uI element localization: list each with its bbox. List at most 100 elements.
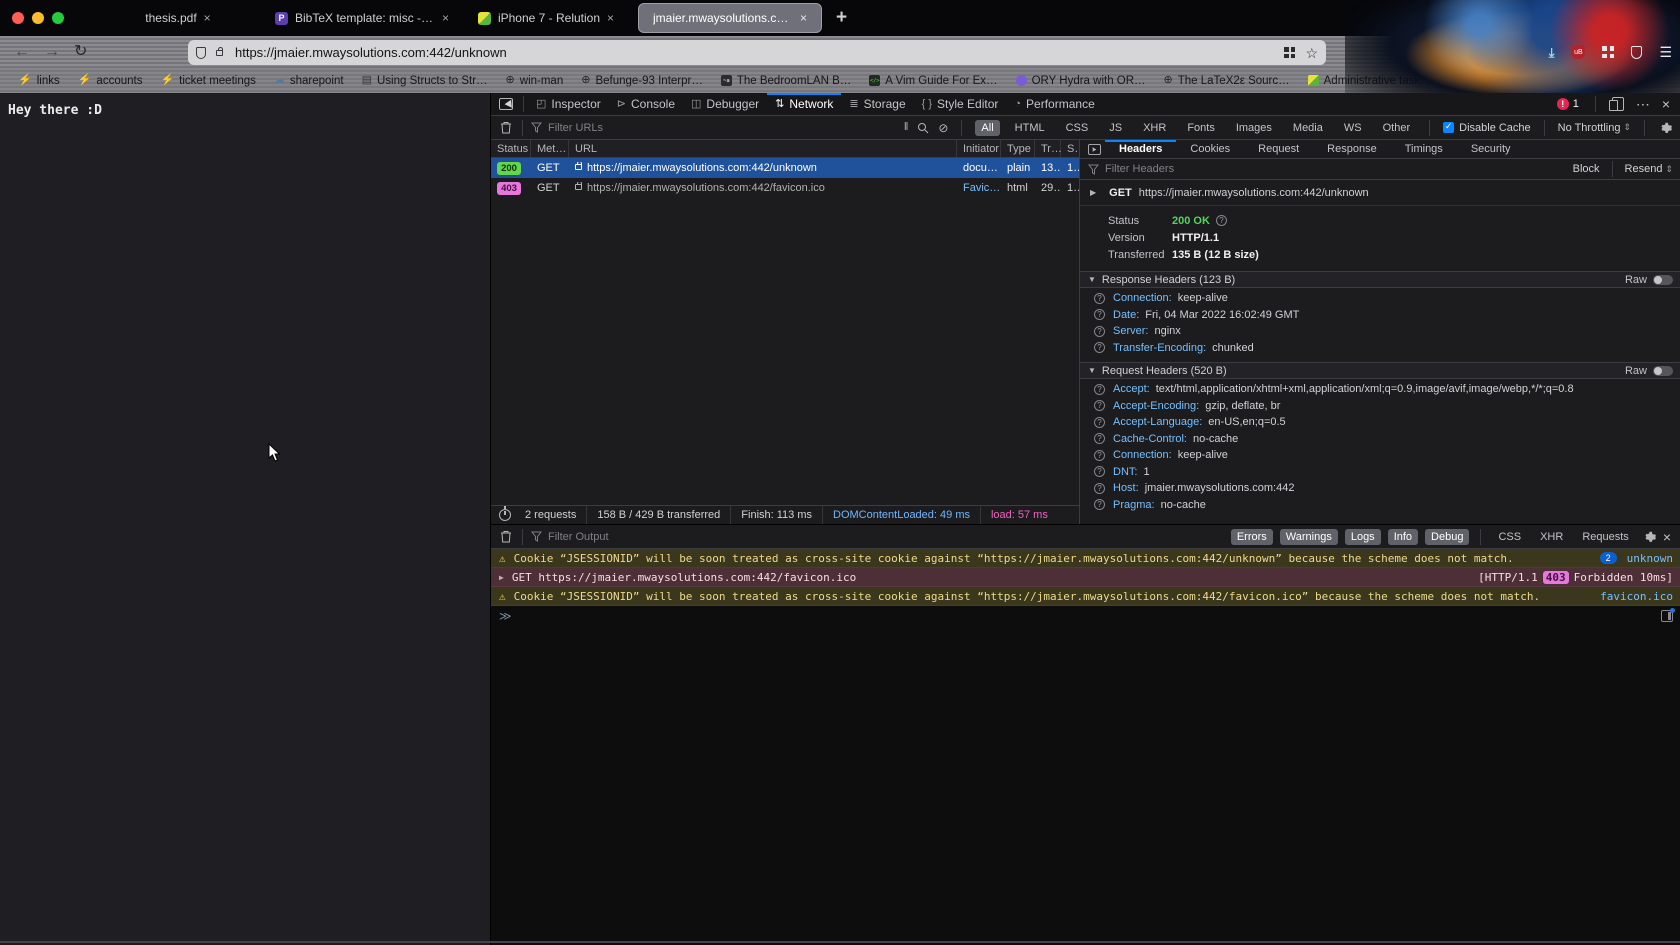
- header-entry[interactable]: ?Date:Fri, 04 Mar 2022 16:02:49 GMT: [1080, 307, 1680, 324]
- tab-network[interactable]: Network: [767, 93, 841, 115]
- details-tab-cookies[interactable]: Cookies: [1176, 140, 1244, 158]
- search-requests-icon[interactable]: [917, 122, 929, 134]
- filter-images[interactable]: Images: [1230, 120, 1278, 136]
- containers-grid-icon[interactable]: [1284, 47, 1295, 58]
- initiator-cell[interactable]: Favic…: [957, 182, 1001, 194]
- raw-toggle[interactable]: [1653, 366, 1673, 376]
- bookmark-structs[interactable]: Using Structs to Str…: [362, 75, 488, 87]
- tab-relution[interactable]: iPhone 7 - Relution: [454, 0, 638, 36]
- console-warning-row[interactable]: Cookie “JSESSIONID” will be soon treated…: [491, 549, 1680, 568]
- help-icon[interactable]: ?: [1094, 499, 1105, 510]
- level-info[interactable]: Info: [1388, 529, 1418, 545]
- back-button[interactable]: [14, 44, 30, 60]
- console-error-row[interactable]: ▶ GET https://jmaier.mwaysolutions.com:4…: [491, 568, 1680, 587]
- performance-analysis-stopwatch-icon[interactable]: [499, 509, 511, 521]
- bookmark-bedroomlan[interactable]: ~aThe BedroomLAN B…: [721, 75, 851, 87]
- tab-storage[interactable]: Storage: [841, 93, 913, 115]
- console-settings-gear-icon[interactable]: [1642, 530, 1656, 544]
- source-link[interactable]: unknown: [1627, 552, 1673, 565]
- column-transferred[interactable]: Tr…: [1035, 140, 1061, 157]
- throttling-dropdown[interactable]: No Throttling: [1558, 122, 1631, 134]
- close-console-icon[interactable]: [1663, 530, 1671, 544]
- tab-debugger[interactable]: Debugger: [683, 93, 767, 115]
- new-tab-button[interactable]: +: [836, 7, 847, 29]
- bookmark-ticket-meetings[interactable]: ticket meetings: [160, 75, 255, 87]
- filter-headers-input[interactable]: Filter Headers: [1105, 163, 1174, 175]
- filter-ws[interactable]: WS: [1338, 120, 1368, 136]
- header-entry[interactable]: ?Transfer-Encoding:chunked: [1080, 340, 1680, 357]
- collapse-triangle-icon[interactable]: ▼: [1088, 366, 1096, 375]
- column-initiator[interactable]: Initiator: [957, 140, 1001, 157]
- webpage-viewport[interactable]: Hey there :D: [0, 93, 490, 943]
- help-icon[interactable]: ?: [1094, 293, 1105, 304]
- filter-urls-input[interactable]: Filter URLs: [548, 122, 603, 134]
- header-entry[interactable]: ?Accept-Encoding:gzip, deflate, br: [1080, 398, 1680, 415]
- filter-all[interactable]: All: [975, 120, 999, 136]
- block-button[interactable]: Block: [1573, 163, 1600, 175]
- url-bar[interactable]: https://jmaier.mwaysolutions.com:442/unk…: [188, 40, 1326, 65]
- meatball-menu-icon[interactable]: [1636, 97, 1650, 111]
- response-headers-section[interactable]: ▼ Response Headers (123 B) Raw: [1080, 271, 1680, 288]
- request-row-favicon[interactable]: 403 GET https://jmaier.mwaysolutions.com…: [491, 178, 1079, 198]
- play-media-icon[interactable]: [1088, 144, 1101, 155]
- details-tab-headers[interactable]: Headers: [1105, 140, 1176, 158]
- level-logs[interactable]: Logs: [1345, 529, 1381, 545]
- column-url[interactable]: URL: [569, 140, 957, 157]
- tab-inspector[interactable]: Inspector: [528, 93, 609, 115]
- extensions-icon[interactable]: [1602, 46, 1614, 58]
- clear-console-trash-icon[interactable]: [500, 530, 512, 543]
- header-entry[interactable]: ?Connection:keep-alive: [1080, 290, 1680, 307]
- filter-xhr[interactable]: XHR: [1137, 120, 1172, 136]
- column-type[interactable]: Type: [1001, 140, 1035, 157]
- help-icon[interactable]: ?: [1094, 466, 1105, 477]
- responsive-mode-icon[interactable]: [1612, 97, 1624, 111]
- filter-other[interactable]: Other: [1377, 120, 1417, 136]
- tab-jmaier-active[interactable]: jmaier.mwaysolutions.com:442/unkn: [638, 3, 822, 33]
- pause-requests-icon[interactable]: [904, 122, 909, 133]
- tab-console[interactable]: Console: [609, 93, 683, 115]
- bookmark-ory-hydra[interactable]: ORY Hydra with OR…: [1016, 75, 1146, 87]
- bookmark-vim-guide[interactable]: </>A Vim Guide For Ex…: [869, 75, 997, 87]
- lock-icon[interactable]: [216, 50, 223, 56]
- level-warnings[interactable]: Warnings: [1280, 529, 1338, 545]
- request-row-unknown[interactable]: 200 GET https://jmaier.mwaysolutions.com…: [491, 158, 1079, 178]
- forward-button[interactable]: [44, 44, 60, 60]
- block-requests-icon[interactable]: [938, 122, 948, 134]
- tab-performance[interactable]: Performance: [1006, 93, 1102, 115]
- header-entry[interactable]: ?Cache-Control:no-cache: [1080, 431, 1680, 448]
- tracking-protection-shield-icon[interactable]: [196, 47, 206, 59]
- tab-close-icon[interactable]: [204, 12, 211, 24]
- ublock-origin-icon[interactable]: uB: [1571, 45, 1585, 59]
- source-link[interactable]: favicon.ico: [1600, 590, 1673, 603]
- tab-close-icon[interactable]: [607, 12, 614, 24]
- help-icon[interactable]: ?: [1094, 309, 1105, 320]
- header-entry[interactable]: ?DNT:1: [1080, 464, 1680, 481]
- column-method[interactable]: Met…: [531, 140, 569, 157]
- header-entry[interactable]: ?Accept-Language:en-US,en;q=0.5: [1080, 414, 1680, 431]
- tab-bibtex[interactable]: P BibTeX template: misc - BibTeX…: [270, 0, 454, 36]
- bookmark-befunge[interactable]: Befunge-93 Interpr…: [581, 75, 703, 87]
- details-tab-response[interactable]: Response: [1313, 140, 1391, 158]
- details-tab-request[interactable]: Request: [1244, 140, 1313, 158]
- reload-button[interactable]: [74, 44, 87, 60]
- category-requests[interactable]: Requests: [1576, 529, 1634, 545]
- details-tab-security[interactable]: Security: [1457, 140, 1525, 158]
- close-devtools-icon[interactable]: [1662, 97, 1670, 111]
- tab-style-editor[interactable]: Style Editor: [914, 93, 1007, 115]
- filter-media[interactable]: Media: [1287, 120, 1329, 136]
- bookmark-links[interactable]: links: [18, 75, 60, 87]
- help-icon[interactable]: ?: [1094, 400, 1105, 411]
- help-icon[interactable]: ?: [1094, 417, 1105, 428]
- help-icon[interactable]: ?: [1216, 215, 1227, 226]
- header-entry[interactable]: ?Server:nginx: [1080, 323, 1680, 340]
- header-entry[interactable]: ?Host:jmaier.mwaysolutions.com:442: [1080, 480, 1680, 497]
- sidebar-toggle-icon[interactable]: [1661, 610, 1673, 622]
- level-debug[interactable]: Debug: [1425, 529, 1469, 545]
- zoom-window-button[interactable]: [52, 12, 64, 24]
- tab-close-icon[interactable]: [442, 12, 449, 24]
- bookmark-latex-source[interactable]: The LaTeX2ε Sourc…: [1164, 75, 1290, 87]
- expand-triangle-icon[interactable]: ▶: [499, 573, 504, 582]
- tab-thesis-pdf[interactable]: thesis.pdf: [86, 0, 270, 36]
- bookmark-sharepoint[interactable]: sharepoint: [274, 75, 344, 87]
- filter-css[interactable]: CSS: [1060, 120, 1095, 136]
